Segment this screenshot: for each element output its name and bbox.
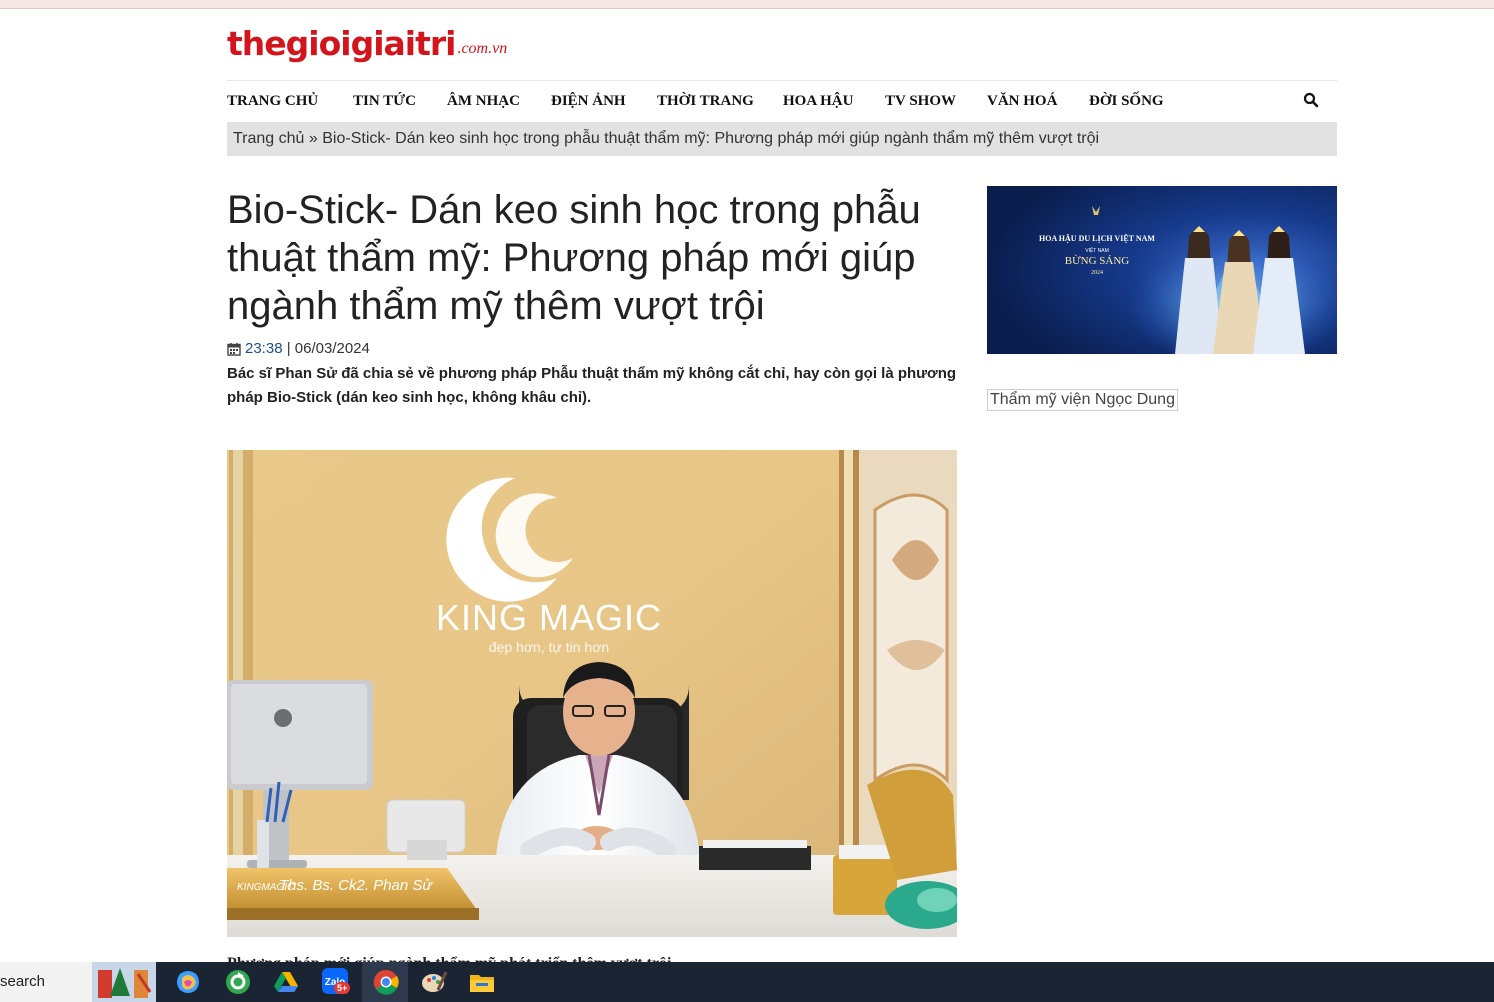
nav-item-doi-song[interactable]: ĐỜI SỐNG (1089, 93, 1164, 110)
logo-domain: .com.vn (457, 40, 508, 57)
taskbar: search Zalo 5+ (0, 962, 1494, 1002)
breadcrumb-current: Bio-Stick- Dán keo sinh học trong phẫu t… (322, 130, 1100, 147)
nav-item-am-nhac[interactable]: ÂM NHẠC (447, 93, 520, 110)
copilot-icon[interactable] (174, 968, 202, 996)
article-meta: 23:38 | 06/03/2024 (227, 340, 370, 357)
article-title: Bio-Stick- Dán keo sinh học trong phẫu t… (227, 188, 921, 328)
sidebar-ad-banner[interactable]: HOA HẬU DU LỊCH VIỆT NAM VIỆT NAM BỪNG S… (987, 186, 1337, 354)
nav-item-thoi-trang[interactable]: THỜI TRANG (657, 93, 754, 110)
article-summary: Bác sĩ Phan Sử đã chia sẻ về phương pháp… (227, 365, 957, 406)
taskbar-search[interactable]: search (0, 962, 92, 1002)
nav-item-dien-anh[interactable]: ĐIỆN ẢNH (551, 93, 626, 110)
nav-item-tv-show[interactable]: TV SHOW (885, 93, 956, 110)
site-logo[interactable]: thegioigiaitri .com.vn (227, 22, 507, 62)
article-time: 23:38 (245, 340, 283, 357)
browser-top-strip (0, 0, 1494, 9)
breadcrumb-home-link[interactable]: Trang chủ (233, 130, 304, 147)
chrome-icon[interactable] (372, 968, 400, 996)
nav-item-tin-tuc[interactable]: TIN TỨC (353, 93, 416, 110)
google-drive-icon[interactable] (272, 968, 300, 996)
main-nav: TRANG CHỦ TIN TỨC ÂM NHẠC ĐIỆN ẢNH THỜI … (227, 80, 1337, 121)
article-date: 06/03/2024 (294, 340, 370, 357)
notification-badge: 5+ (334, 982, 351, 994)
ad-slogan-text: BỪNG SÁNG (1065, 255, 1130, 267)
meta-separator: | (282, 340, 295, 357)
nav-item-van-hoa[interactable]: VĂN HOÁ (987, 93, 1057, 110)
logo-text: thegioigiaitri (227, 24, 456, 63)
nav-item-trang-chu[interactable]: TRANG CHỦ (227, 93, 318, 110)
search-icon[interactable] (1303, 92, 1319, 108)
article-hero-image: KING MAGIC đẹp hơn, tự tin hơn KINGMAGIC… (227, 450, 957, 937)
ad-title-text: HOA HẬU DU LỊCH VIỆT NAM (1039, 234, 1155, 243)
ad-year-text: 2024 (1091, 270, 1103, 276)
zalo-icon[interactable]: Zalo 5+ (322, 968, 351, 996)
refresh-app-icon[interactable] (224, 968, 252, 996)
ad-sub-text: VIỆT NAM (1085, 246, 1109, 254)
nav-item-hoa-hau[interactable]: HOA HẬU (783, 93, 853, 110)
christmas-widget-icon[interactable] (92, 962, 156, 1002)
hero-tagline-text: đẹp hơn, tự tin hơn (489, 639, 609, 655)
file-explorer-icon[interactable] (468, 968, 496, 996)
nameplate-text: Ths. Bs. Ck2. Phan Sử (279, 877, 433, 894)
breadcrumb-separator: » (304, 130, 323, 147)
hero-brand-text: KING MAGIC (436, 597, 662, 638)
ad-alt-text: Thẩm mỹ viện Ngọc Dung (990, 391, 1175, 408)
taskbar-search-label: search (0, 973, 46, 990)
calendar-icon (227, 342, 241, 356)
paint-icon[interactable] (420, 968, 448, 996)
sidebar-ad-image-alt[interactable]: Thẩm mỹ viện Ngọc Dung (987, 389, 1178, 411)
breadcrumb: Trang chủ » Bio-Stick- Dán keo sinh học … (227, 122, 1337, 156)
